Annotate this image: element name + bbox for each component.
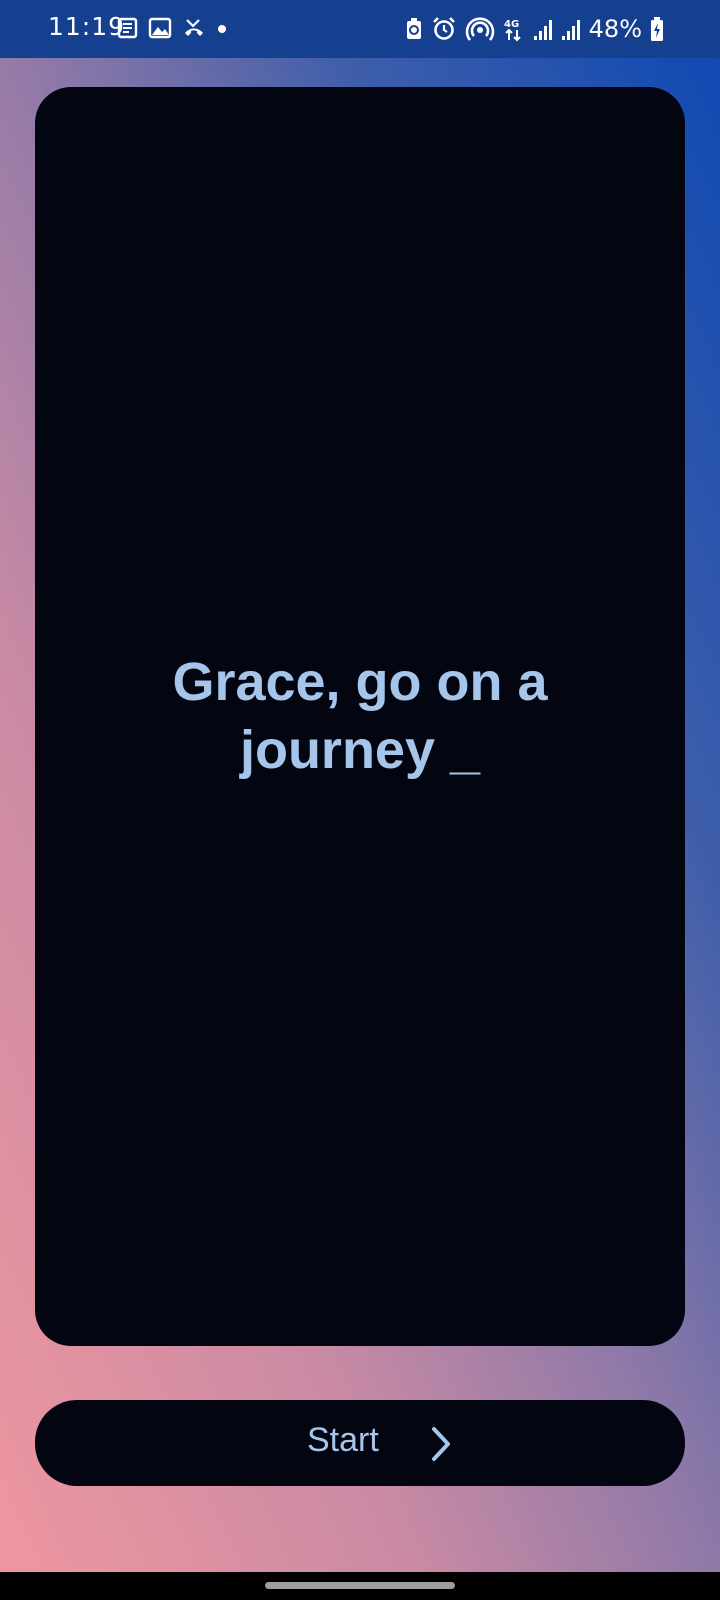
signal-icon bbox=[561, 20, 580, 40]
start-button-label: Start bbox=[307, 1421, 379, 1459]
battery-saver-icon bbox=[406, 18, 421, 39]
navigation-bar bbox=[0, 1572, 720, 1600]
prompt-text: Grace, go on a journey _ bbox=[0, 648, 720, 784]
status-bar: 11:19 4G 48% bbox=[0, 0, 720, 58]
missed-call-icon bbox=[185, 19, 203, 36]
status-icons-right: 4G 48% bbox=[405, 15, 664, 43]
prompt-line-1: Grace, go on a bbox=[172, 652, 548, 712]
chevron-right-icon bbox=[432, 1427, 450, 1461]
charging-battery-icon bbox=[651, 17, 663, 41]
svg-text:4G: 4G bbox=[504, 19, 519, 30]
prompt-line-2: journey _ bbox=[239, 720, 481, 780]
alarm-icon bbox=[432, 17, 455, 40]
image-icon bbox=[148, 17, 172, 39]
signal-icon bbox=[533, 20, 552, 40]
network-4g-icon: 4G bbox=[504, 19, 521, 42]
home-gesture-handle[interactable] bbox=[265, 1582, 455, 1589]
dot-icon bbox=[218, 25, 226, 33]
battery-percentage: 48% bbox=[588, 15, 642, 43]
status-time: 11:19 bbox=[48, 12, 126, 41]
hotspot-icon bbox=[465, 17, 494, 41]
status-icons-left bbox=[116, 17, 228, 39]
news-icon bbox=[117, 17, 138, 39]
start-button[interactable]: Start bbox=[35, 1400, 685, 1486]
